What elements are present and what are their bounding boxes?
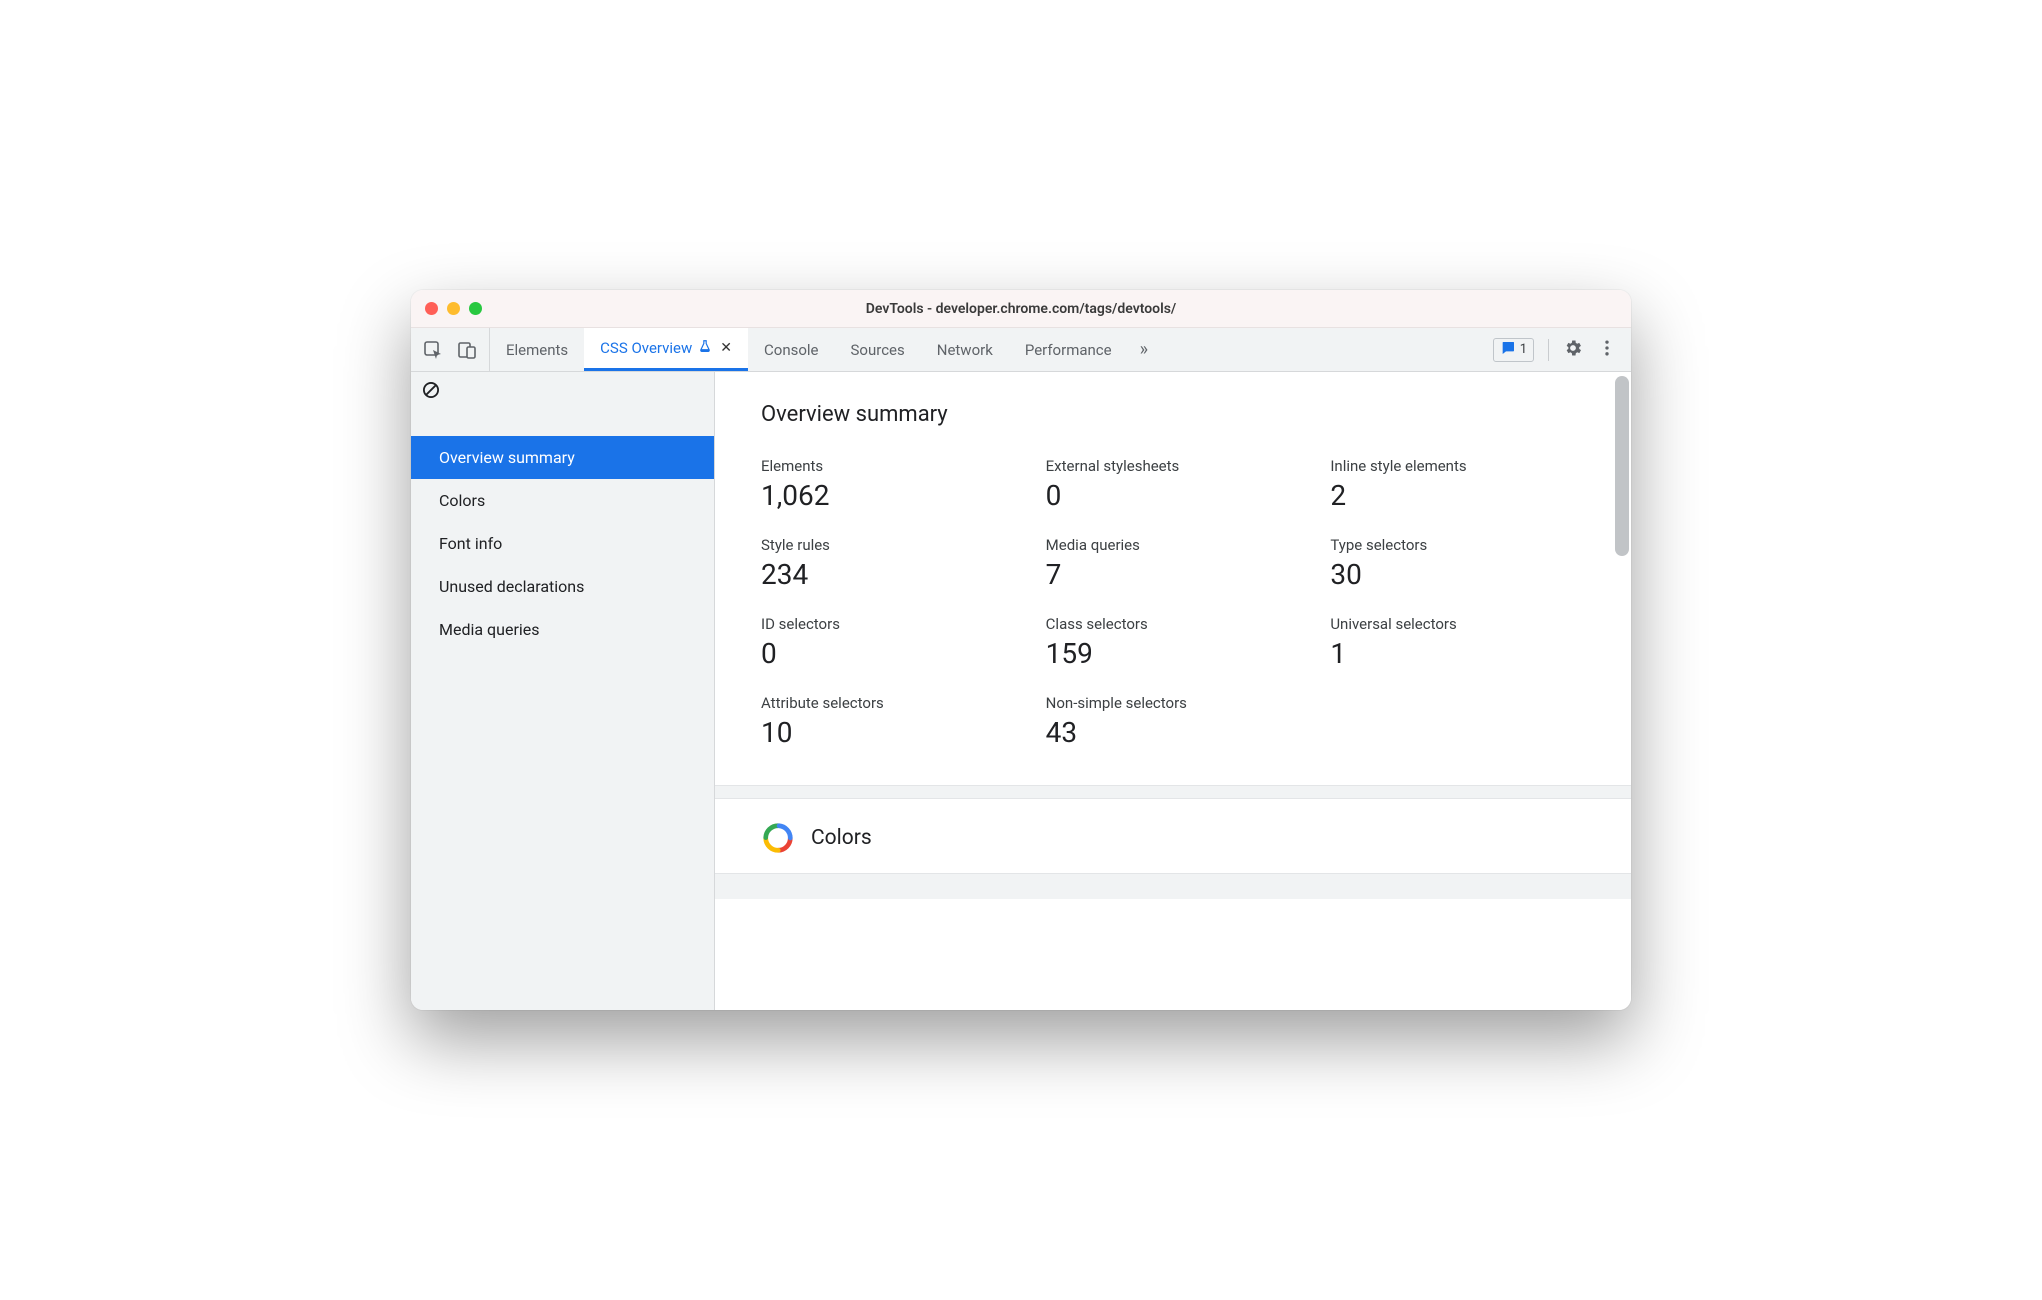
window-title: DevTools - developer.chrome.com/tags/dev…	[411, 301, 1631, 317]
sidebar-item-colors[interactable]: Colors	[411, 479, 714, 522]
sidebar-item-font-info[interactable]: Font info	[411, 522, 714, 565]
stats-grid: Elements1,062 External stylesheets0 Inli…	[761, 457, 1585, 785]
color-ring-icon	[761, 821, 795, 855]
close-tab-icon[interactable]: ✕	[720, 340, 732, 356]
tab-network[interactable]: Network	[921, 328, 1009, 371]
more-tabs-button[interactable]: »	[1128, 328, 1160, 371]
colors-section-header[interactable]: Colors	[761, 799, 1585, 873]
stat-attribute-selectors: Attribute selectors10	[761, 694, 1016, 749]
flask-icon	[698, 339, 712, 357]
stat-universal-selectors: Universal selectors1	[1330, 615, 1585, 670]
minimize-window-button[interactable]	[447, 302, 460, 315]
tab-performance[interactable]: Performance	[1009, 328, 1128, 371]
stat-non-simple-selectors: Non-simple selectors43	[1046, 694, 1301, 749]
scrollbar-thumb[interactable]	[1615, 376, 1629, 556]
content-area: Overview summary Elements1,062 External …	[715, 372, 1631, 1010]
page-heading: Overview summary	[761, 402, 1585, 427]
sidebar-item-media-queries[interactable]: Media queries	[411, 608, 714, 651]
zoom-window-button[interactable]	[469, 302, 482, 315]
settings-icon[interactable]	[1563, 338, 1583, 362]
tab-css-overview[interactable]: CSS Overview ✕	[584, 328, 748, 371]
divider	[1548, 339, 1549, 361]
stat-media-queries: Media queries7	[1046, 536, 1301, 591]
sidebar: Overview summary Colors Font info Unused…	[411, 372, 715, 1010]
inspect-toolbar	[411, 328, 490, 371]
colors-section-title: Colors	[811, 826, 872, 850]
stat-external-stylesheets: External stylesheets0	[1046, 457, 1301, 512]
device-toolbar-icon[interactable]	[457, 340, 477, 360]
clear-icon[interactable]	[421, 385, 441, 404]
issues-count: 1	[1520, 342, 1527, 357]
devtools-window: DevTools - developer.chrome.com/tags/dev…	[411, 290, 1631, 1010]
stat-class-selectors: Class selectors159	[1046, 615, 1301, 670]
sidebar-item-overview-summary[interactable]: Overview summary	[411, 436, 714, 479]
window-controls	[425, 302, 482, 315]
chat-icon	[1500, 340, 1516, 360]
tab-console[interactable]: Console	[748, 328, 835, 371]
stat-type-selectors: Type selectors30	[1330, 536, 1585, 591]
stat-elements: Elements1,062	[761, 457, 1016, 512]
panel-tabs: Elements CSS Overview ✕ Console Sources …	[411, 328, 1631, 372]
stat-id-selectors: ID selectors0	[761, 615, 1016, 670]
close-window-button[interactable]	[425, 302, 438, 315]
stat-inline-style-elements: Inline style elements2	[1330, 457, 1585, 512]
tab-sources[interactable]: Sources	[835, 328, 921, 371]
tab-elements[interactable]: Elements	[490, 328, 584, 371]
section-separator	[715, 785, 1631, 799]
section-separator	[715, 873, 1631, 899]
titlebar: DevTools - developer.chrome.com/tags/dev…	[411, 290, 1631, 328]
inspect-element-icon[interactable]	[423, 340, 443, 360]
kebab-menu-icon[interactable]	[1597, 338, 1617, 362]
issues-button[interactable]: 1	[1493, 338, 1534, 362]
sidebar-item-unused-declarations[interactable]: Unused declarations	[411, 565, 714, 608]
stat-style-rules: Style rules234	[761, 536, 1016, 591]
